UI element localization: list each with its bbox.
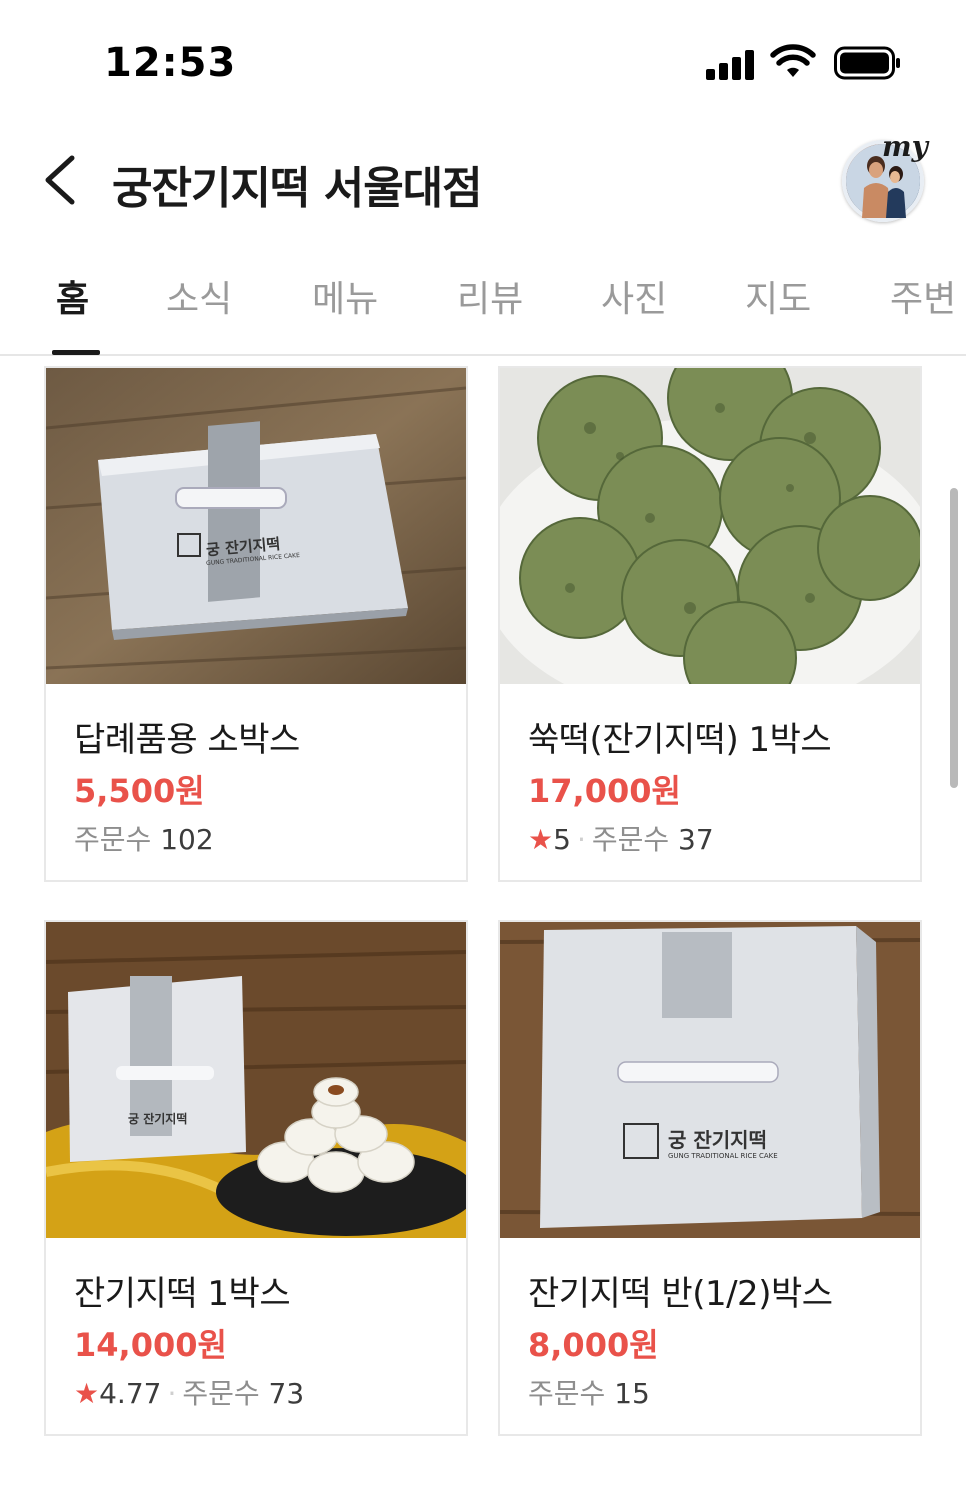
order-count: 102 [160,823,214,856]
product-price: 14,000원 [74,1326,227,1364]
star-icon: ★ [74,1377,100,1410]
tab-menu[interactable]: 메뉴 [312,270,378,322]
product-name: 잔기지떡 반(1/2)박스 [528,1274,833,1314]
store-header: 궁잔기지떡 서울대점 my [0,110,966,240]
tab-map[interactable]: 지도 [745,270,811,322]
star-icon: ★ [528,823,554,856]
tab-photos[interactable]: 사진 [601,270,667,322]
store-page: 12:53 궁잔기지떡 서울대점 my 홈 소식 메뉴 리뷰 사진 지도 주변 … [0,0,966,1490]
scrollbar[interactable] [950,488,958,788]
order-count: 73 [268,1377,305,1410]
page-title: 궁잔기지떡 서울대점 [112,163,483,214]
tab-home[interactable]: 홈 [56,270,89,322]
box-brand-subtitle: GUNG TRADITIONAL RICE CAKE [668,1152,778,1160]
product-card[interactable]: 궁 잔기지떡 GUNG TRADITIONAL RICE CAKE 잔기지떡 반… [498,920,922,1436]
product-name: 잔기지떡 1박스 [74,1274,291,1314]
separator-dot: · [576,823,586,856]
product-card[interactable]: 궁 잔기지떡 잔기지떡 1박스 14,000원 ★4.77 · 주문수 73 [44,920,468,1436]
order-count: 15 [614,1377,650,1410]
chevron-left-icon[interactable] [38,152,84,208]
signal-icon [706,50,756,80]
product-price: 17,000원 [528,772,681,810]
battery-icon [834,46,900,80]
product-price: 5,500원 [74,772,205,810]
avatar-badge: my [882,130,928,163]
rating-value: 4.77 [99,1377,162,1410]
tab-bar: 홈 소식 메뉴 리뷰 사진 지도 주변 [0,240,966,356]
status-bar: 12:53 [0,0,966,110]
separator-dot: · [167,1377,177,1410]
status-time: 12:53 [104,40,237,86]
tab-nearby[interactable]: 주변 [890,270,956,322]
product-card[interactable]: 쑥떡(잔기지떡) 1박스 17,000원 ★5 · 주문수 37 [498,366,922,882]
product-meta: ★5 · 주문수 37 [528,818,714,858]
product-image: 궁 잔기지떡 GUNG TRADITIONAL RICE CAKE [46,368,466,684]
product-image: 궁 잔기지떡 GUNG TRADITIONAL RICE CAKE [500,922,920,1238]
rating-value: 5 [553,823,571,856]
product-image: 궁 잔기지떡 [46,922,466,1238]
product-meta: ★4.77 · 주문수 73 [74,1372,304,1412]
product-meta: 주문수 102 [74,818,214,858]
product-name: 쑥떡(잔기지떡) 1박스 [528,720,832,760]
tab-reviews[interactable]: 리뷰 [457,270,523,322]
order-count: 37 [678,823,714,856]
box-brand-label: 궁 잔기지떡 [128,1112,188,1126]
box-brand-label: 궁 잔기지떡 [668,1128,767,1152]
product-name: 답례품용 소박스 [74,720,300,760]
wifi-icon [770,44,816,77]
active-tab-indicator [52,350,100,355]
order-label: 주문수 [182,1377,260,1410]
product-price: 8,000원 [528,1326,659,1364]
order-label: 주문수 [591,823,670,856]
product-image [500,368,920,684]
tab-news[interactable]: 소식 [166,270,232,322]
product-card[interactable]: 궁 잔기지떡 GUNG TRADITIONAL RICE CAKE 답례품용 소… [44,366,468,882]
product-meta: 주문수 15 [528,1372,650,1412]
order-label: 주문수 [528,1377,606,1410]
order-label: 주문수 [74,823,152,856]
